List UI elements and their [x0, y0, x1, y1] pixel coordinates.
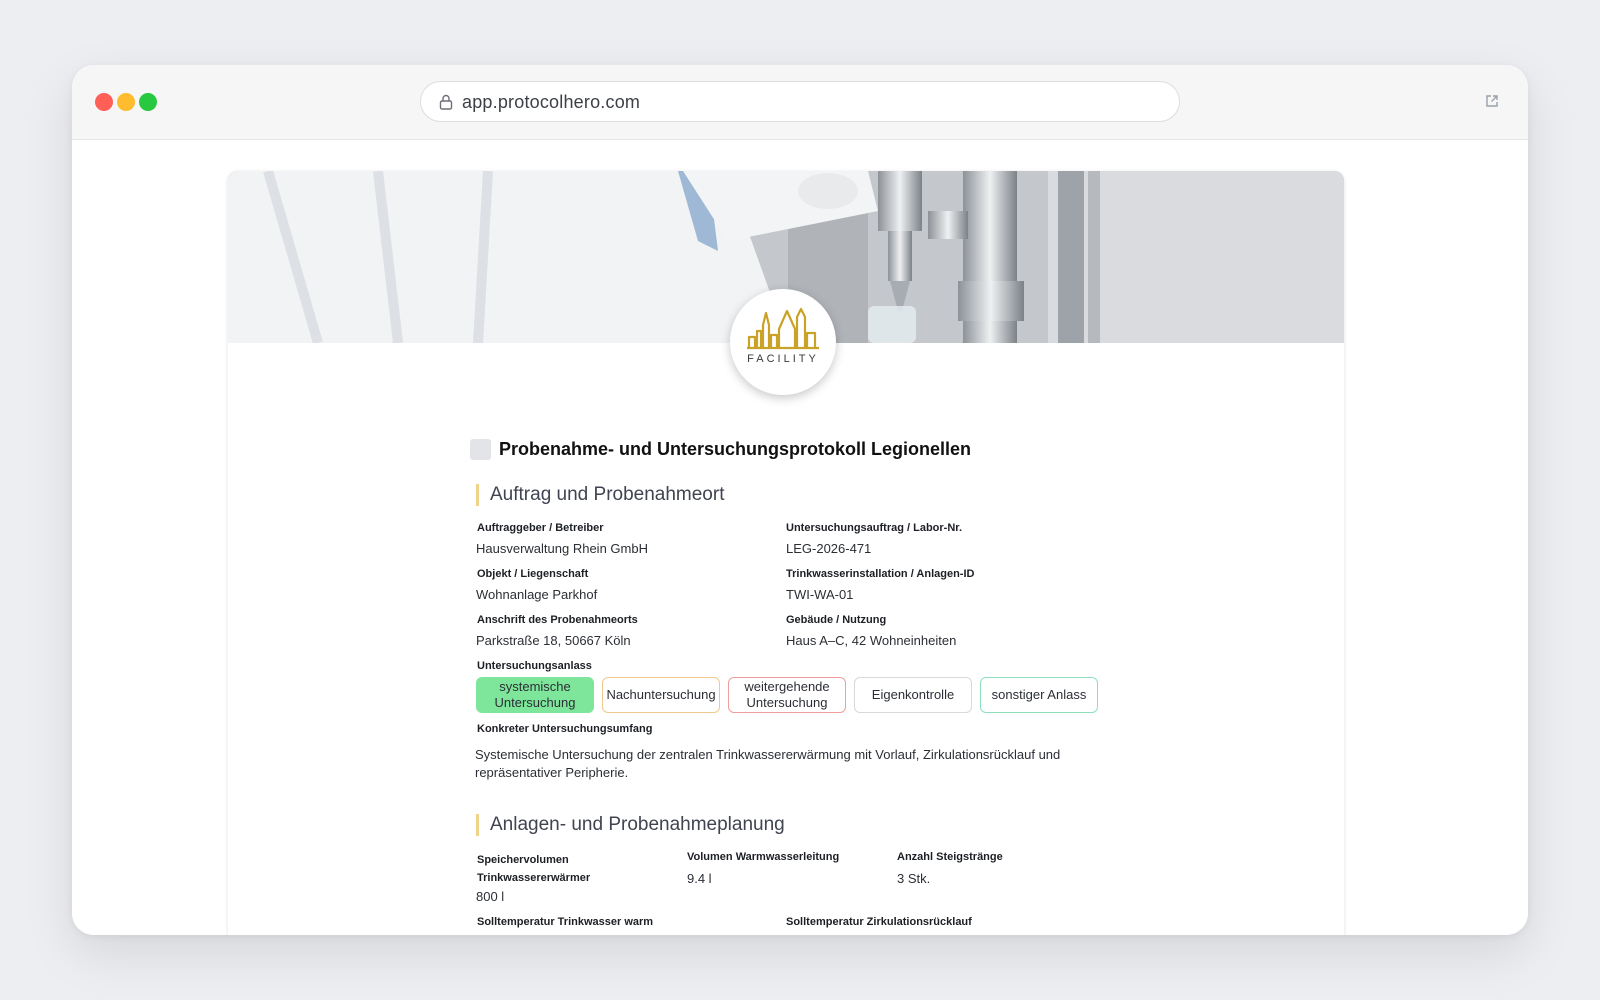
reason-option-systemic[interactable]: systemische Untersuchung — [476, 677, 594, 713]
logo-wordmark: FACILITY — [747, 353, 819, 365]
lock-icon — [439, 94, 453, 110]
reason-option-followup[interactable]: Nachuntersuchung — [602, 677, 720, 713]
building-label: Gebäude / Nutzung — [786, 614, 887, 626]
address-value[interactable]: Parkstraße 18, 50667 Köln — [476, 633, 631, 648]
page-viewport[interactable]: FACILITY Probenahme- und Untersuchungspr… — [72, 141, 1528, 935]
order-value[interactable]: LEG-2026-471 — [786, 541, 871, 556]
reason-option-extended[interactable]: weitergehende Untersuchung — [728, 677, 846, 713]
order-label: Untersuchungsauftrag / Labor-Nr. — [786, 522, 963, 534]
document-icon — [470, 439, 491, 460]
building-value[interactable]: Haus A–C, 42 Wohneinheiten — [786, 633, 956, 648]
open-external-icon[interactable] — [1484, 93, 1500, 109]
url-text: app.protocolhero.com — [462, 92, 641, 112]
client-value[interactable]: Hausverwaltung Rhein GmbH — [476, 541, 648, 556]
pipe-volume-value[interactable]: 9.4 l — [687, 871, 712, 886]
document-title: Probenahme- und Untersuchungsprotokoll L… — [499, 439, 972, 459]
scope-value[interactable]: Systemische Untersuchung der zentralen T… — [475, 746, 1095, 782]
close-window-button[interactable] — [95, 93, 113, 111]
installation-value[interactable]: TWI-WA-01 — [786, 587, 853, 602]
object-value[interactable]: Wohnanlage Parkhof — [476, 587, 597, 602]
client-label: Auftraggeber / Betreiber — [477, 522, 604, 534]
browser-toolbar: app.protocolhero.com — [72, 65, 1528, 140]
section-title-planung: Anlagen- und Probenahmeplanung — [476, 814, 785, 836]
section-title-auftrag: Auftrag und Probenahmeort — [476, 484, 725, 506]
storage-volume-value[interactable]: 800 l — [476, 889, 504, 904]
minimize-window-button[interactable] — [117, 93, 135, 111]
protocol-card: FACILITY Probenahme- und Untersuchungspr… — [228, 171, 1344, 935]
temp-warm-label: Solltemperatur Trinkwasser warm — [477, 916, 654, 928]
maximize-window-button[interactable] — [139, 93, 157, 111]
pipe-volume-label: Volumen Warmwasserleitung — [687, 851, 840, 863]
skyline-logo-icon — [747, 307, 819, 350]
risers-value[interactable]: 3 Stk. — [897, 871, 930, 886]
reason-option-selfcheck[interactable]: Eigenkontrolle — [854, 677, 972, 713]
temp-circulation-label: Solltemperatur Zirkulationsrücklauf — [786, 916, 972, 928]
address-label: Anschrift des Probenahmeorts — [477, 614, 638, 626]
installation-label: Trinkwasserinstallation / Anlagen-ID — [786, 568, 975, 580]
browser-window: app.protocolhero.com FACILITY Probenahme… — [72, 65, 1528, 935]
storage-volume-label: Speichervolumen Trinkwassererwärmer — [477, 854, 591, 884]
scope-label: Konkreter Untersuchungsumfang — [477, 723, 653, 735]
address-bar[interactable]: app.protocolhero.com — [420, 81, 1180, 122]
reason-option-other[interactable]: sonstiger Anlass — [980, 677, 1098, 713]
reason-label: Untersuchungsanlass — [477, 660, 592, 672]
risers-label: Anzahl Steigstränge — [897, 851, 1003, 863]
company-logo: FACILITY — [730, 289, 836, 395]
object-label: Objekt / Liegenschaft — [477, 568, 589, 580]
